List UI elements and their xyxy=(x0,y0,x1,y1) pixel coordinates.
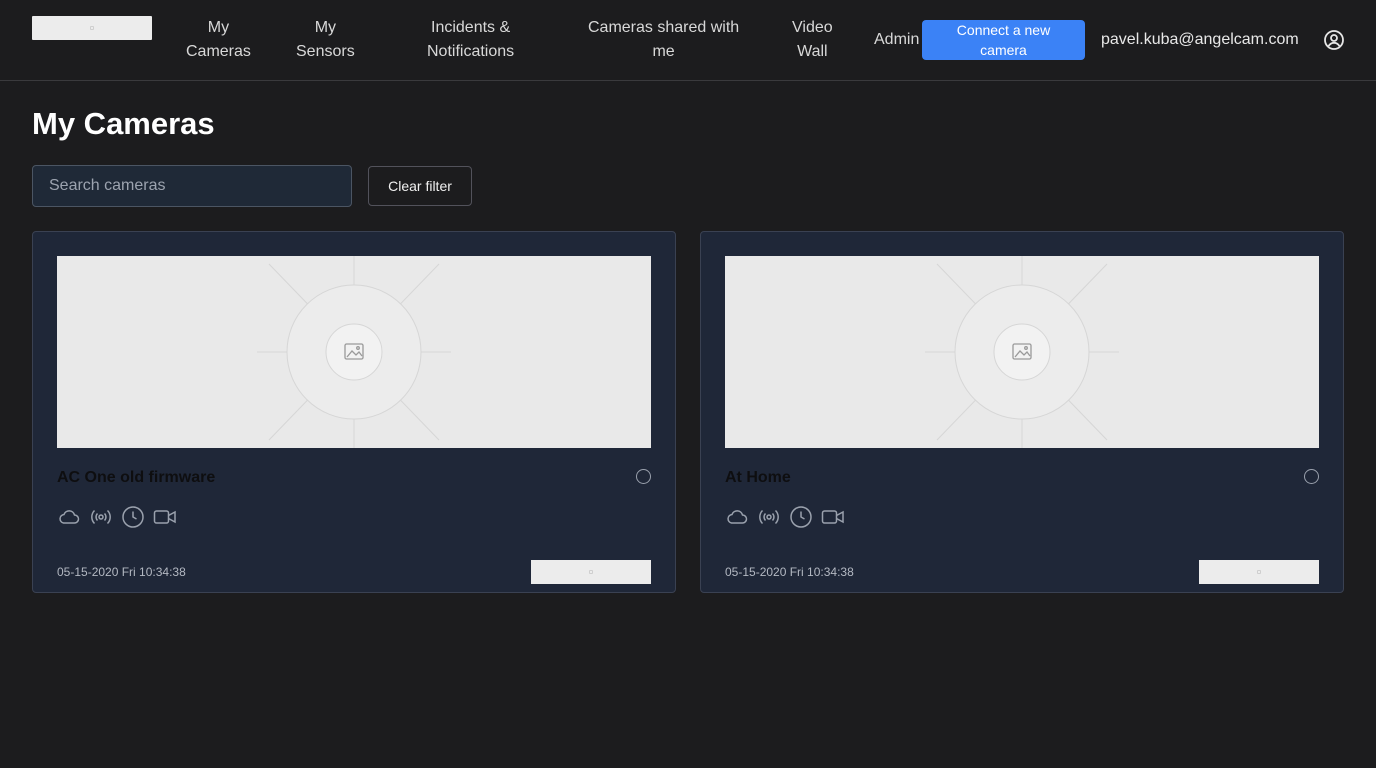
camera-timestamp: 05-15-2020 Fri 10:34:38 xyxy=(57,565,186,579)
nav-my-sensors[interactable]: My Sensors xyxy=(296,16,355,64)
nav-label: Sensors xyxy=(296,43,355,60)
camera-card[interactable]: At Home 05-15-2020 Fri 10:34:38 xyxy=(700,231,1344,593)
nav-label: Admin xyxy=(874,31,920,48)
cloud-icon xyxy=(727,510,748,524)
button-label: camera xyxy=(980,42,1027,58)
clock-icon xyxy=(122,506,144,528)
camera-thumbnail-placeholder xyxy=(725,256,1319,448)
nav-label: Notifications xyxy=(427,43,515,60)
search-cameras-input[interactable] xyxy=(32,165,352,207)
user-circle-icon[interactable] xyxy=(1323,29,1345,51)
video-camera-icon xyxy=(821,510,844,524)
nav-label: Cameras xyxy=(186,43,251,60)
nav-label: me xyxy=(652,43,675,60)
broadcast-icon xyxy=(759,509,779,525)
broadcast-icon xyxy=(91,509,111,525)
clear-filter-button[interactable]: Clear filter xyxy=(368,166,472,206)
user-email[interactable]: pavel.kuba@angelcam.com xyxy=(1101,29,1299,51)
camera-card[interactable]: AC One old firmware 05-15-2020 Fri 10:34… xyxy=(32,231,676,593)
connect-new-camera-button[interactable]: Connect a new camera xyxy=(922,20,1085,60)
nav-cameras-shared-with-me[interactable]: Cameras shared with me xyxy=(588,16,739,64)
nav-label: My xyxy=(207,19,230,36)
nav-my-cameras[interactable]: My Cameras xyxy=(186,16,251,64)
status-indicator xyxy=(636,469,651,484)
cloud-icon xyxy=(59,510,80,524)
nav-label: Cameras shared with xyxy=(588,19,740,36)
nav-video-wall[interactable]: Video Wall xyxy=(792,16,833,64)
mini-preview xyxy=(531,560,651,584)
video-camera-icon xyxy=(153,510,176,524)
page-title: My Cameras xyxy=(32,106,215,141)
camera-timestamp: 05-15-2020 Fri 10:34:38 xyxy=(725,565,854,579)
nav-label: Wall xyxy=(797,43,828,60)
nav-label: Incidents & xyxy=(431,19,511,36)
logo-mark xyxy=(90,26,94,30)
status-indicator xyxy=(1304,469,1319,484)
button-label: Connect a new xyxy=(956,22,1051,38)
nav-admin[interactable]: Admin xyxy=(874,28,919,52)
camera-thumbnail-placeholder xyxy=(57,256,651,448)
top-navigation: My Cameras My Sensors Incidents & Notifi… xyxy=(0,0,1376,81)
nav-label: Video xyxy=(792,19,833,36)
clock-icon xyxy=(790,506,812,528)
mini-preview-mark xyxy=(589,570,593,574)
camera-name: AC One old firmware xyxy=(57,469,216,486)
camera-name: At Home xyxy=(725,469,791,486)
mini-preview xyxy=(1199,560,1319,584)
logo[interactable] xyxy=(32,16,152,40)
nav-label: My xyxy=(314,19,337,36)
mini-preview-mark xyxy=(1257,570,1261,574)
nav-incidents-notifications[interactable]: Incidents & Notifications xyxy=(427,16,514,64)
